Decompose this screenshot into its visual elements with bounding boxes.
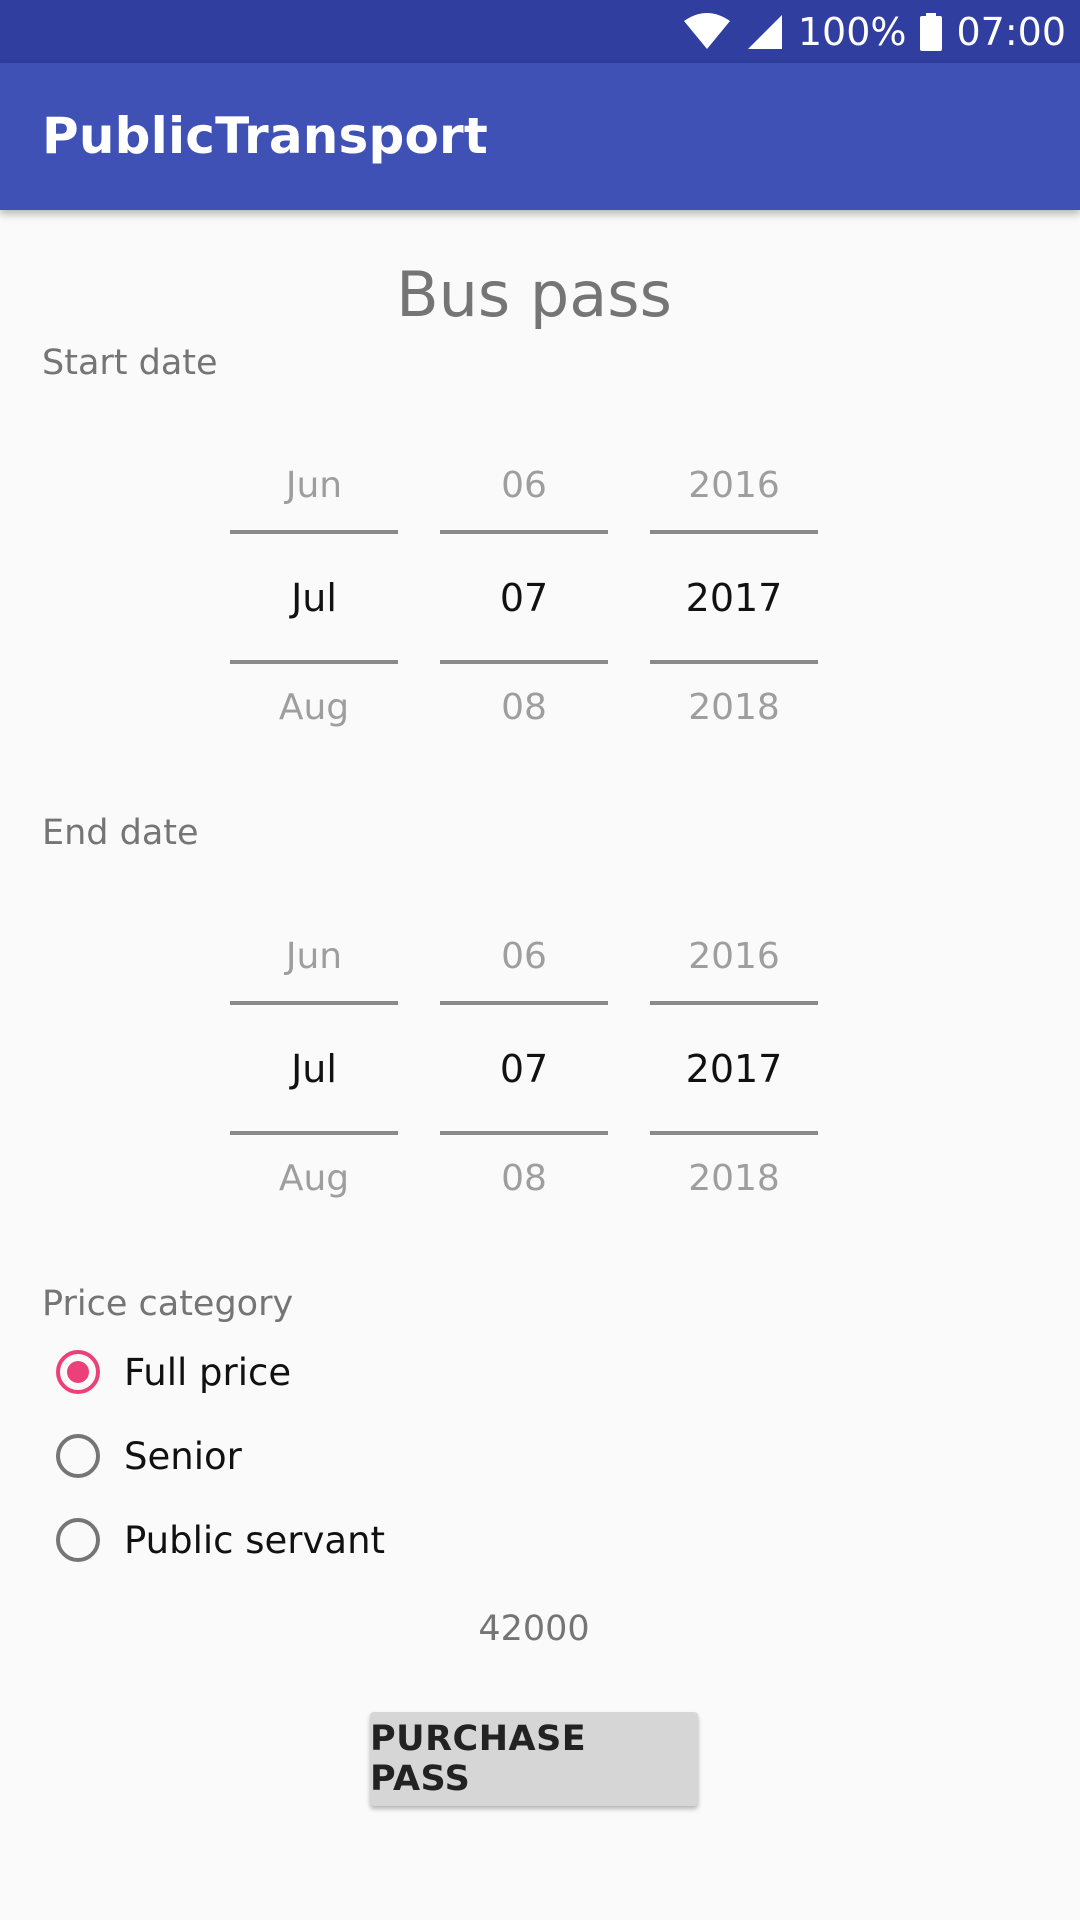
picker-prev-value[interactable]: Jun xyxy=(230,465,398,506)
picker-divider xyxy=(230,1131,398,1135)
clock: 07:00 xyxy=(956,9,1066,54)
price-value: 42000 xyxy=(478,1609,590,1649)
radio-label[interactable]: Public servant xyxy=(124,1519,385,1562)
picker-next-value[interactable]: 2018 xyxy=(650,687,818,728)
picker-divider xyxy=(440,530,608,534)
picker-divider xyxy=(440,1131,608,1135)
picker-current-value[interactable]: Jul xyxy=(230,576,398,620)
picker-prev-value[interactable]: 06 xyxy=(440,936,608,977)
app-bar: PublicTransport xyxy=(0,63,1080,210)
picker-divider xyxy=(230,1001,398,1005)
radio-button[interactable] xyxy=(56,1518,100,1562)
battery-percent: 100% xyxy=(797,9,907,54)
picker-divider xyxy=(650,530,818,534)
purchase-pass-button[interactable]: PURCHASE PASS xyxy=(370,1712,698,1806)
page-title: Bus pass xyxy=(396,258,672,331)
picker-divider xyxy=(230,530,398,534)
picker-next-value[interactable]: 08 xyxy=(440,687,608,728)
picker-divider xyxy=(230,660,398,664)
wifi-icon xyxy=(682,12,732,51)
picker-divider xyxy=(650,660,818,664)
picker-prev-value[interactable]: 2016 xyxy=(650,465,818,506)
status-bar: 100% 07:00 xyxy=(0,0,1080,63)
app-title: PublicTransport xyxy=(42,107,489,165)
picker-next-value[interactable]: 08 xyxy=(440,1158,608,1199)
radio-full-price[interactable]: Full price xyxy=(56,1344,291,1400)
signal-icon xyxy=(746,13,784,51)
radio-senior[interactable]: Senior xyxy=(56,1428,242,1484)
picker-current-value[interactable]: 07 xyxy=(440,576,608,620)
picker-prev-value[interactable]: Jun xyxy=(230,936,398,977)
picker-current-value[interactable]: 07 xyxy=(440,1047,608,1091)
picker-divider xyxy=(440,660,608,664)
picker-divider xyxy=(650,1001,818,1005)
radio-button-checked[interactable] xyxy=(56,1350,100,1394)
picker-divider xyxy=(650,1131,818,1135)
start-date-label: Start date xyxy=(42,343,218,383)
picker-next-value[interactable]: 2018 xyxy=(650,1158,818,1199)
price-category-label: Price category xyxy=(42,1284,294,1324)
picker-next-value[interactable]: Aug xyxy=(230,1158,398,1199)
radio-public-servant[interactable]: Public servant xyxy=(56,1512,385,1568)
radio-label[interactable]: Full price xyxy=(124,1351,291,1394)
end-date-label: End date xyxy=(42,813,199,853)
radio-label[interactable]: Senior xyxy=(124,1435,242,1478)
radio-button[interactable] xyxy=(56,1434,100,1478)
battery-icon xyxy=(920,12,943,51)
status-icons: 100% 07:00 xyxy=(682,0,1066,63)
picker-current-value[interactable]: Jul xyxy=(230,1047,398,1091)
picker-current-value[interactable]: 2017 xyxy=(650,576,818,620)
picker-divider xyxy=(440,1001,608,1005)
picker-current-value[interactable]: 2017 xyxy=(650,1047,818,1091)
picker-prev-value[interactable]: 2016 xyxy=(650,936,818,977)
picker-prev-value[interactable]: 06 xyxy=(440,465,608,506)
picker-next-value[interactable]: Aug xyxy=(230,687,398,728)
